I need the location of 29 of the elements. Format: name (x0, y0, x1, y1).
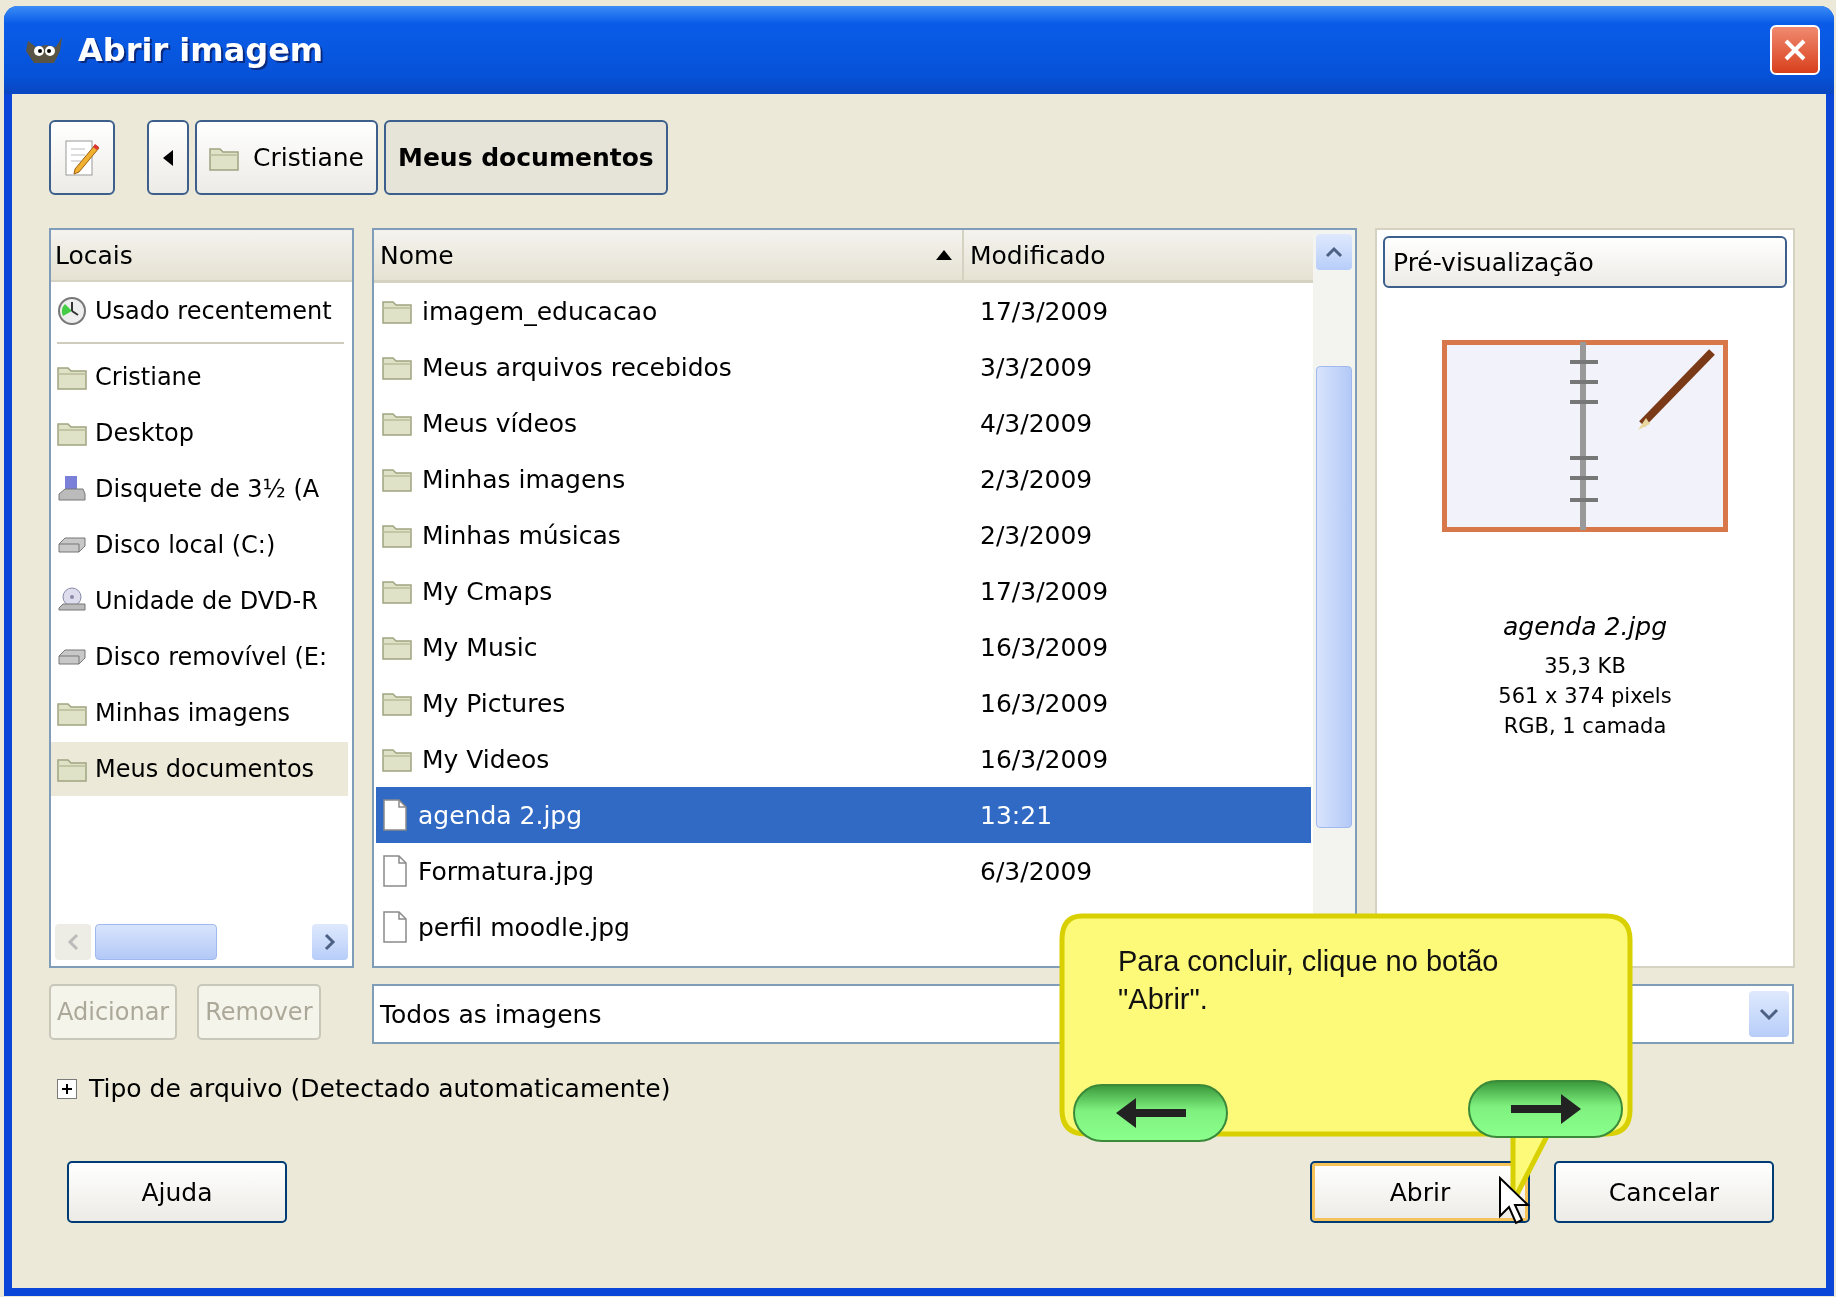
file-name: agenda 2.jpg (418, 800, 583, 830)
file-name: imagem_educacao (422, 296, 658, 326)
file-name: Meus arquivos recebidos (422, 352, 732, 382)
modified-date: 17/3/2009 (979, 576, 1110, 606)
image-detail: 561 x 374 pixels (1498, 683, 1672, 710)
callout-text: Para concluir, clique no botão "Abrir". (1118, 944, 1500, 1017)
window-title: Abrir imagem (78, 31, 325, 69)
file-name: perfil moodle.jpg (418, 912, 630, 942)
modified-date: 16/3/2009 (979, 744, 1110, 774)
image-detail: RGB, 1 camada (1502, 713, 1668, 740)
modified-date: 16/3/2009 (979, 688, 1110, 718)
modified-date: 13:21 (979, 800, 1054, 830)
file-name: Minhas imagens (422, 464, 626, 494)
file-name: Formatura.jpg (418, 856, 595, 886)
image-detail: 35,3 KB (1543, 653, 1627, 680)
file-name: My Music (422, 632, 538, 662)
file-name: My Cmaps (422, 576, 553, 606)
modified-date: 17/3/2009 (979, 296, 1110, 326)
modified-date: 2/3/2009 (979, 464, 1094, 494)
modified-date: 6/3/2009 (979, 856, 1094, 886)
preview-file-name: agenda 2.jpg (1502, 612, 1668, 641)
modified-date: 2/3/2009 (979, 520, 1094, 550)
modified-date: 3/3/2009 (979, 352, 1094, 382)
file-name: Minhas músicas (422, 520, 621, 550)
file-name: Meus vídeos (422, 408, 578, 438)
modified-date: 16/3/2009 (979, 632, 1110, 662)
modified-date: 4/3/2009 (979, 408, 1094, 438)
file-name: My Pictures (422, 688, 566, 718)
file-name: My Videos (422, 744, 550, 774)
